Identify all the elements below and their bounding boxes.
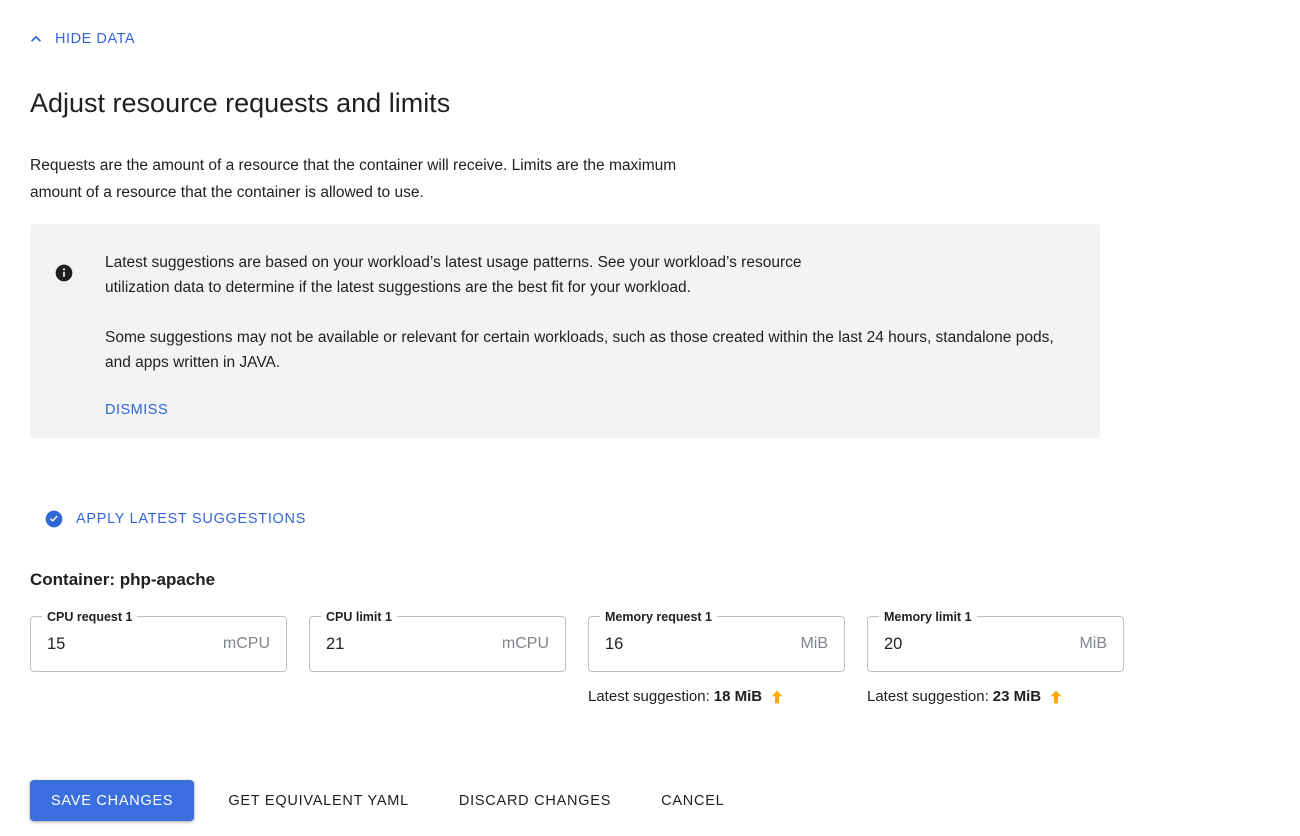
cpu-request-label: CPU request 1 <box>42 609 138 625</box>
apply-latest-suggestions-button[interactable]: APPLY LATEST SUGGESTIONS <box>44 509 306 529</box>
cpu-limit-label: CPU limit 1 <box>321 609 397 625</box>
info-icon-container <box>54 263 74 283</box>
info-paragraph-1: Latest suggestions are based on your wor… <box>105 254 802 296</box>
save-changes-button[interactable]: SAVE CHANGES <box>30 780 195 821</box>
page-title: Adjust resource requests and limits <box>30 88 451 118</box>
check-circle-icon <box>45 510 63 528</box>
cpu-request-unit: mCPU <box>222 635 270 652</box>
field-cpu-limit: CPU limit 1 mCPU <box>309 609 566 707</box>
field-memory-request: Memory request 1 MiB Latest suggestion: … <box>588 609 845 707</box>
field-memory-limit: Memory limit 1 MiB Latest suggestion: 23… <box>867 609 1124 707</box>
apply-latest-suggestions-label: APPLY LATEST SUGGESTIONS <box>76 511 307 527</box>
memory-limit-unit: MiB <box>1079 635 1107 652</box>
cpu-limit-unit: mCPU <box>501 635 549 652</box>
memory-limit-suggestion: Latest suggestion: 23 MiB <box>867 687 1124 707</box>
page-description: Requests are the amount of a resource th… <box>30 156 677 201</box>
cpu-limit-input[interactable] <box>326 632 494 656</box>
cancel-button[interactable]: CANCEL <box>645 780 740 821</box>
info-panel-body: Latest suggestions are based on your wor… <box>105 243 1078 420</box>
info-icon <box>55 264 73 282</box>
memory-limit-suggestion-value: 23 MiB <box>992 688 1042 705</box>
memory-limit-suggestion-label: Latest suggestion: <box>867 688 989 705</box>
memory-limit-input[interactable] <box>884 632 1072 656</box>
cpu-request-textfield[interactable]: CPU request 1 mCPU <box>30 609 287 672</box>
action-buttons-row: SAVE CHANGES GET EQUIVALENT YAML DISCARD… <box>30 780 740 821</box>
info-panel: Latest suggestions are based on your wor… <box>30 224 1100 438</box>
field-cpu-request: CPU request 1 mCPU <box>30 609 287 707</box>
memory-request-unit: MiB <box>800 635 828 652</box>
container-heading: Container: php-apache <box>30 570 216 589</box>
memory-request-textfield[interactable]: Memory request 1 MiB <box>588 609 845 672</box>
memory-request-label: Memory request 1 <box>600 609 717 625</box>
get-equivalent-yaml-button[interactable]: GET EQUIVALENT YAML <box>212 780 425 821</box>
dismiss-button[interactable]: DISMISS <box>105 400 168 420</box>
memory-limit-textfield[interactable]: Memory limit 1 MiB <box>867 609 1124 672</box>
cpu-limit-textfield[interactable]: CPU limit 1 mCPU <box>309 609 566 672</box>
arrow-up-icon <box>771 690 783 704</box>
memory-request-suggestion-value: 18 MiB <box>713 688 763 705</box>
hide-data-label: HIDE DATA <box>55 31 136 47</box>
discard-changes-button[interactable]: DISCARD CHANGES <box>443 780 627 821</box>
arrow-up-icon <box>1050 690 1062 704</box>
memory-limit-label: Memory limit 1 <box>879 609 977 625</box>
memory-request-suggestion: Latest suggestion: 18 MiB <box>588 687 845 707</box>
cpu-request-input[interactable] <box>47 632 215 656</box>
memory-request-input[interactable] <box>605 632 793 656</box>
chevron-up-icon <box>31 35 41 42</box>
memory-request-suggestion-label: Latest suggestion: <box>588 688 710 705</box>
info-paragraph-2: Some suggestions may not be available or… <box>105 329 1054 371</box>
resource-fields-row: CPU request 1 mCPU CPU limit 1 mCPU Memo… <box>30 609 1130 707</box>
hide-data-toggle[interactable]: HIDE DATA <box>22 27 139 51</box>
